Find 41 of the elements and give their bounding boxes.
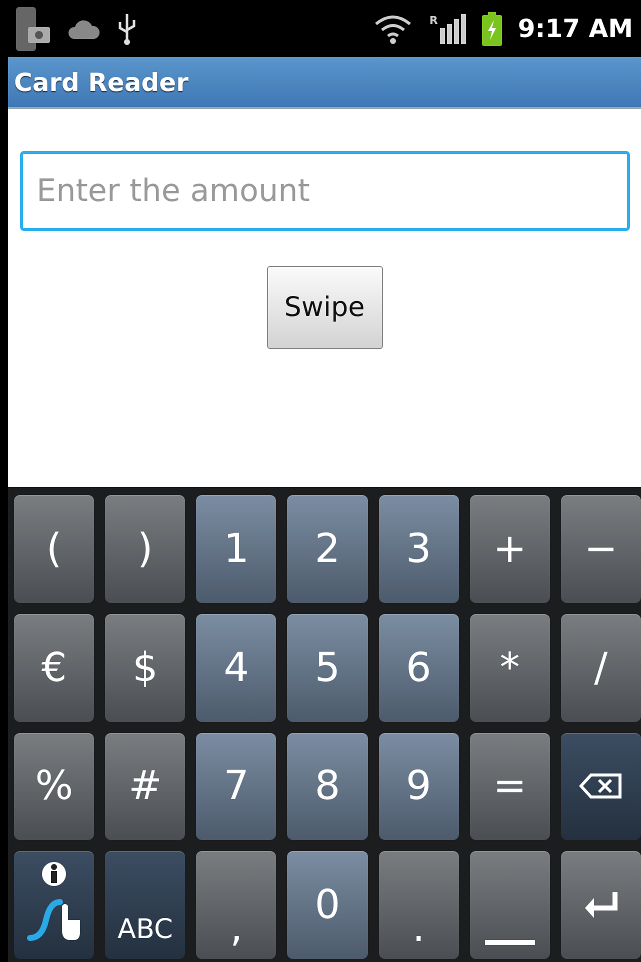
usb-icon [116, 12, 138, 46]
keyboard-key[interactable]: 4 [196, 614, 276, 722]
keyboard-key[interactable]: , [196, 851, 276, 959]
wifi-icon [373, 12, 414, 44]
keyboard-key[interactable]: = [470, 732, 550, 840]
keyboard-key[interactable]: 7 [196, 732, 276, 840]
keyboard-key[interactable]: * [470, 614, 550, 722]
keyboard-key[interactable]: € [14, 614, 94, 722]
keyboard-key[interactable]: # [105, 732, 186, 840]
keyboard-key[interactable]: 8 [287, 732, 368, 840]
keyboard-key[interactable]: − [560, 495, 641, 603]
battery-charging-icon [482, 12, 502, 46]
keyboard-key[interactable]: 5 [287, 614, 368, 722]
enter-key[interactable] [560, 851, 641, 959]
keyboard-key[interactable]: . [378, 851, 459, 959]
space-bar-icon [484, 940, 535, 945]
keyboard-key[interactable]: 1 [196, 495, 276, 603]
keyboard-key[interactable]: 9 [378, 732, 459, 840]
keyboard-key[interactable]: ( [14, 495, 94, 603]
swipe-button[interactable]: Swipe [266, 266, 382, 349]
swype-key[interactable] [14, 851, 94, 959]
keyboard-key[interactable]: 3 [378, 495, 459, 603]
roaming-indicator: R [429, 14, 438, 26]
app-title: Card Reader [14, 68, 188, 96]
keyboard-key[interactable]: / [560, 614, 641, 722]
signal-bars-icon [440, 14, 466, 44]
cloud-icon [68, 18, 100, 38]
space-key[interactable] [470, 851, 550, 959]
keyboard-key[interactable]: 2 [287, 495, 368, 603]
amount-input-field[interactable]: Enter the amount [20, 151, 630, 231]
keyboard-key[interactable]: 6 [378, 614, 459, 722]
keyboard-key[interactable]: ABC [105, 851, 186, 959]
backspace-key[interactable] [560, 732, 641, 840]
phone-camera-icon [14, 6, 52, 50]
keyboard-key[interactable]: + [470, 495, 550, 603]
keyboard-key[interactable]: % [14, 732, 94, 840]
keyboard-key[interactable]: $ [105, 614, 186, 722]
keyboard-key[interactable]: ) [105, 495, 186, 603]
backspace-icon [578, 773, 623, 800]
clock-time: 9:17 AM [518, 14, 633, 43]
keyboard-key[interactable]: 0 [287, 851, 368, 959]
